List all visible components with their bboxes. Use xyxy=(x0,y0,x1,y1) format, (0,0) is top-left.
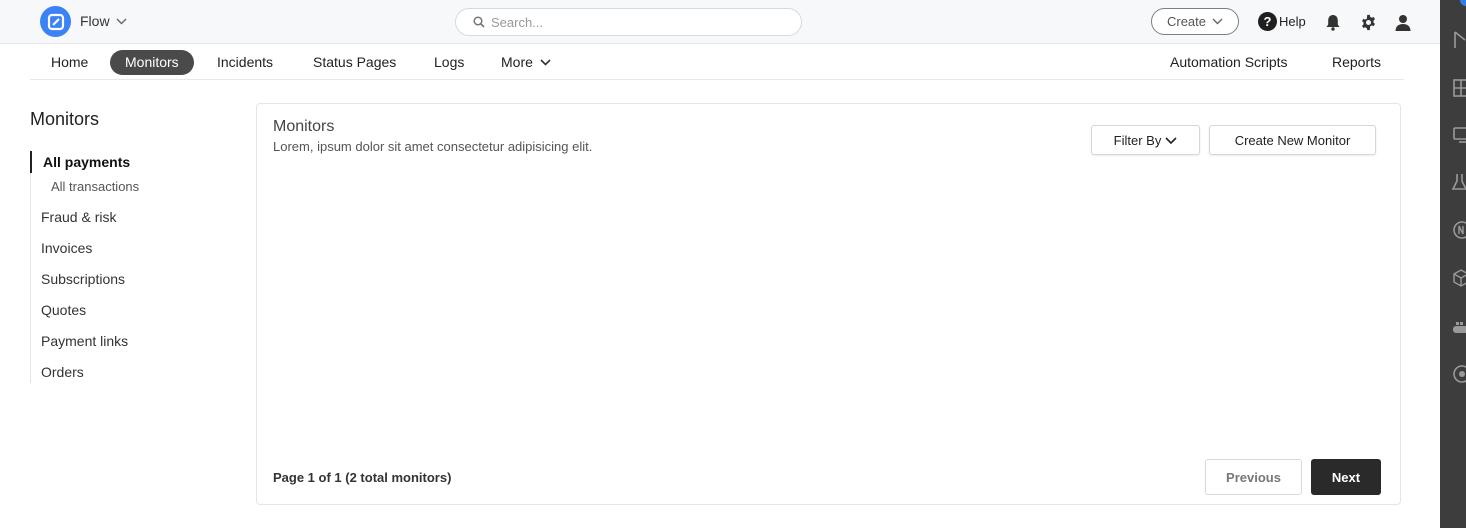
nav-item-monitors[interactable]: Monitors xyxy=(110,50,194,75)
nav-more-label: More xyxy=(501,54,533,70)
gear-icon[interactable] xyxy=(1358,12,1378,32)
rail-icon-5[interactable] xyxy=(1451,172,1466,192)
app-switcher[interactable]: Flow xyxy=(80,13,127,29)
logo-icon[interactable] xyxy=(40,6,71,37)
active-indicator xyxy=(30,151,32,173)
search-icon xyxy=(473,16,485,28)
search-box[interactable] xyxy=(455,8,802,36)
rail-icon-3[interactable] xyxy=(1451,78,1466,98)
side-toolbar xyxy=(1440,0,1466,528)
nav-item-incidents[interactable]: Incidents xyxy=(217,50,273,75)
nav-item-home[interactable]: Home xyxy=(51,50,88,75)
rail-icon-9[interactable] xyxy=(1451,364,1466,384)
page-title: Monitors xyxy=(273,118,335,135)
create-new-monitor-label: Create New Monitor xyxy=(1234,132,1351,148)
chevron-down-icon xyxy=(1212,18,1223,25)
create-new-monitor-button[interactable]: Create New Monitor xyxy=(1209,125,1376,155)
rail-icon-2[interactable] xyxy=(1451,30,1466,50)
help-icon: ? xyxy=(1258,12,1277,31)
sidebar-item-subscriptions[interactable]: Subscriptions xyxy=(41,271,125,287)
nav-item-reports[interactable]: Reports xyxy=(1332,50,1381,75)
chevron-down-icon xyxy=(1165,136,1177,144)
chevron-down-icon xyxy=(116,18,127,24)
chevron-down-icon xyxy=(540,59,551,66)
user-icon[interactable] xyxy=(1393,12,1413,32)
previous-button[interactable]: Previous xyxy=(1205,459,1302,495)
nav-item-status-pages[interactable]: Status Pages xyxy=(313,50,396,75)
search-input[interactable] xyxy=(491,14,771,30)
bell-icon[interactable] xyxy=(1323,12,1343,32)
filter-by-label: Filter By xyxy=(1113,132,1162,148)
top-header: Flow Create ? Help xyxy=(0,0,1440,44)
page-description: Lorem, ipsum dolor sit amet consectetur … xyxy=(273,139,593,154)
sidebar-nav: All payments All transactions Fraud & ri… xyxy=(30,150,230,383)
sidebar-item-fraud-risk[interactable]: Fraud & risk xyxy=(41,209,116,225)
sidebar-item-payment-links[interactable]: Payment links xyxy=(41,333,128,349)
nav-item-more[interactable]: More xyxy=(501,50,551,75)
rail-icon-4[interactable] xyxy=(1451,125,1466,145)
main-nav: Home Monitors Incidents Status Pages Log… xyxy=(30,45,1404,80)
pagination-info: Page 1 of 1 (2 total monitors) xyxy=(273,470,452,485)
rail-icon-1[interactable] xyxy=(1451,0,1466,14)
help-button[interactable]: ? Help xyxy=(1258,12,1306,31)
sidebar-item-orders[interactable]: Orders xyxy=(41,364,84,380)
nav-item-automation-scripts[interactable]: Automation Scripts xyxy=(1170,50,1288,75)
next-button[interactable]: Next xyxy=(1311,459,1381,495)
nav-item-logs[interactable]: Logs xyxy=(434,50,464,75)
sidebar-item-quotes[interactable]: Quotes xyxy=(41,302,86,318)
create-button[interactable]: Create xyxy=(1151,8,1239,35)
rail-icon-7[interactable] xyxy=(1451,268,1466,288)
monitors-card: Monitors Lorem, ipsum dolor sit amet con… xyxy=(256,103,1401,505)
app-name-label: Flow xyxy=(80,13,110,29)
help-label: Help xyxy=(1279,14,1306,29)
rail-icon-6[interactable] xyxy=(1451,220,1466,240)
sidebar-title: Monitors xyxy=(30,109,100,129)
sidebar-item-all-payments[interactable]: All payments xyxy=(43,154,130,170)
sidebar-item-all-transactions[interactable]: All transactions xyxy=(51,179,139,194)
rail-icon-8[interactable] xyxy=(1451,317,1466,337)
sidebar-item-invoices[interactable]: Invoices xyxy=(41,240,92,256)
filter-by-button[interactable]: Filter By xyxy=(1091,125,1200,155)
create-button-label: Create xyxy=(1166,14,1207,29)
